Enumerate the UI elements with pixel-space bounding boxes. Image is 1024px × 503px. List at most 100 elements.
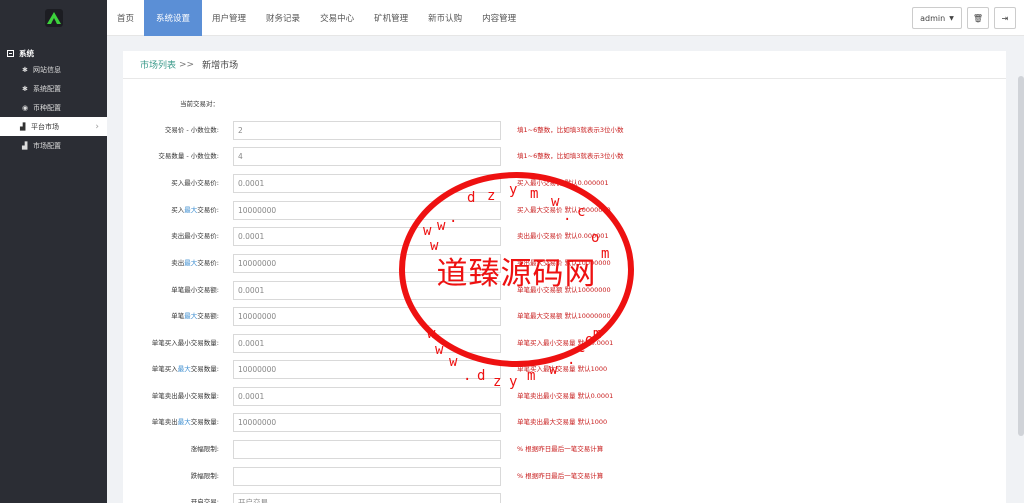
gear-icon: ✱ [22, 65, 28, 74]
form-label: 开启交易: [191, 493, 219, 503]
form-input[interactable]: 2 [233, 121, 501, 140]
form-label-text: 单笔 [171, 312, 185, 320]
form-input[interactable]: 10000000 [233, 254, 501, 273]
nav-tab-0[interactable]: 首页 [107, 0, 144, 36]
sidebar-group-system: 系统 ✱ 网站信息 ✱ 系统配置 ◉ 币种配置 ▟ 平台市场 › ▟ 市场配置 [0, 46, 107, 155]
form-hint: 卖出最大交易价 默认10000000 [517, 259, 611, 267]
form-label: 单笔买入最小交易数量: [152, 334, 219, 353]
top-nav: 首页 系统设置 用户管理 财务记录 交易中心 矿机管理 新币认购 内容管理 admin ▼ 🗑… [107, 0, 1024, 36]
sidebar-item-label: 系统配置 [33, 84, 61, 93]
form-label: 涨幅限制: [191, 440, 219, 459]
form-label: 买入最小交易价: [171, 174, 219, 193]
form-label: 交易价 - 小数位数: [165, 121, 219, 140]
form-label-highlight: 最大 [177, 418, 191, 426]
form-hint: 单笔最小交易额 默认10000000 [517, 286, 611, 294]
form-label-text-suffix: 交易价: [197, 259, 219, 267]
form-input[interactable]: 开启交易 [233, 493, 501, 503]
form-label-text: 买入最小交易价: [171, 179, 219, 187]
breadcrumb-current: 新增市场 [202, 61, 239, 71]
form-hint: 单笔买入最大交易量 默认1000 [517, 365, 608, 373]
form-row: 跌幅限制: % 根据昨日最后一笔交易计算 [123, 467, 1006, 486]
logout-button[interactable]: ⇥ [994, 7, 1016, 29]
trash-button[interactable]: 🗑 [967, 7, 989, 29]
form-hint: 单笔卖出最大交易量 默认1000 [517, 418, 608, 426]
form-row: 开启交易: 开启交易 [123, 493, 1006, 503]
form-row: 买入最大交易价: 10000000 买入最大交易价 默认10000000 [123, 201, 1006, 220]
form-row: 单笔买入最小交易数量: 0.0001 单笔买入最小交易量 默认0.0001 [123, 334, 1006, 353]
nav-tab-3[interactable]: 财务记录 [256, 0, 310, 36]
bar-chart-icon: ▟ [22, 141, 28, 150]
main-panel: 市场列表 >> 新增市场 当前交易对： 交易价 - 小数位数: 2 填1~6整数，比如… [123, 51, 1006, 503]
scrollbar[interactable] [1018, 36, 1024, 503]
form-row: 交易数量 - 小数位数: 4 填1~6整数，比如填3就表示3位小数 [123, 147, 1006, 166]
form-hint: 卖出最小交易价 默认0.000001 [517, 232, 609, 240]
form-input[interactable]: 10000000 [233, 201, 501, 220]
nav-tab-1[interactable]: 系统设置 [144, 0, 203, 36]
sidebar-item-label: 市场配置 [33, 141, 61, 150]
form-label: 单笔卖出最大交易数量: [152, 413, 219, 432]
form-label-highlight: 最大 [184, 259, 198, 267]
form-label-text: 卖出最小交易价: [171, 232, 219, 240]
sidebar-item-4[interactable]: ▟ 市场配置 [0, 136, 107, 155]
sidebar-item-label: 平台市场 [31, 122, 59, 131]
form-label-highlight: 最大 [184, 312, 198, 320]
form-input[interactable]: 4 [233, 147, 501, 166]
form-label: 单笔买入最大交易数量: [152, 360, 219, 379]
form-input[interactable]: 0.0001 [233, 227, 501, 246]
sidebar-item-1[interactable]: ✱ 系统配置 [0, 79, 107, 98]
form-hint: 填1~6整数，比如填3就表示3位小数 [517, 152, 624, 160]
form-row: 买入最小交易价: 0.0001 买入最小交易价 默认0.000001 [123, 174, 1006, 193]
form-row: 涨幅限制: % 根据昨日最后一笔交易计算 [123, 440, 1006, 459]
sidebar-item-2[interactable]: ◉ 币种配置 [0, 98, 107, 117]
form-label-text: 单笔卖出最小交易数量: [151, 392, 219, 400]
form-label-text: 交易价 - 小数位数: [164, 126, 219, 134]
nav-tab-6[interactable]: 新币认购 [418, 0, 472, 36]
caret-down-icon: ▼ [949, 14, 954, 22]
collapse-icon [7, 49, 14, 57]
form-input[interactable] [233, 440, 501, 459]
form-hint: 填1~6整数，比如填3就表示3位小数 [517, 126, 624, 134]
form-hint: % 根据昨日最后一笔交易计算 [517, 445, 604, 453]
form-input[interactable]: 0.0001 [233, 174, 501, 193]
sidebar-item-0[interactable]: ✱ 网站信息 [0, 60, 107, 79]
sidebar-group-header[interactable]: 系统 [0, 46, 107, 60]
form-hint: % 根据昨日最后一笔交易计算 [517, 472, 604, 480]
form-row: 卖出最大交易价: 10000000 卖出最大交易价 默认10000000 [123, 254, 1006, 273]
form-label-text: 买入 [171, 206, 185, 214]
form-input[interactable]: 0.0001 [233, 281, 501, 300]
nav-tab-4[interactable]: 交易中心 [310, 0, 364, 36]
form-label-text: 交易数量 - 小数位数: [158, 152, 219, 160]
scrollbar-thumb[interactable] [1018, 76, 1024, 436]
nav-tab-5[interactable]: 矿机管理 [364, 0, 418, 36]
breadcrumb: 市场列表 >> 新增市场 [123, 51, 1006, 79]
form-row: 当前交易对： [123, 95, 1006, 114]
coin-icon: ◉ [22, 103, 29, 112]
form-label-text: 当前交易对： [180, 100, 219, 108]
gear-icon: ✱ [22, 84, 28, 93]
form-input[interactable]: 10000000 [233, 360, 501, 379]
form-label-text-suffix: 交易额: [197, 312, 219, 320]
form-label: 单笔最大交易额: [171, 307, 219, 326]
form-input[interactable]: 10000000 [233, 413, 501, 432]
form-label: 单笔最小交易额: [171, 281, 219, 300]
form-label: 卖出最小交易价: [171, 227, 219, 246]
form-input[interactable] [233, 467, 501, 486]
form-input[interactable]: 0.0001 [233, 387, 501, 406]
breadcrumb-link-market-list[interactable]: 市场列表 [140, 58, 176, 71]
form-label: 跌幅限制: [191, 467, 219, 486]
logo[interactable] [0, 0, 107, 36]
nav-tab-2[interactable]: 用户管理 [202, 0, 256, 36]
form-row: 单笔卖出最大交易数量: 10000000 单笔卖出最大交易量 默认1000 [123, 413, 1006, 432]
user-menu-button[interactable]: admin ▼ [912, 7, 962, 29]
form-row: 单笔卖出最小交易数量: 0.0001 单笔卖出最小交易量 默认0.0001 [123, 387, 1006, 406]
sidebar-item-3[interactable]: ▟ 平台市场 › [0, 117, 107, 136]
form-label-highlight: 最大 [184, 206, 198, 214]
form-hint: 买入最大交易价 默认10000000 [517, 206, 611, 214]
form-label-text: 单笔最小交易额: [171, 286, 219, 294]
form-input[interactable]: 0.0001 [233, 334, 501, 353]
form-label-text: 开启交易: [190, 498, 219, 503]
nav-tab-7[interactable]: 内容管理 [472, 0, 526, 36]
form-label-text: 跌幅限制: [190, 472, 219, 480]
trash-icon: 🗑 [972, 13, 984, 23]
form-input[interactable]: 10000000 [233, 307, 501, 326]
